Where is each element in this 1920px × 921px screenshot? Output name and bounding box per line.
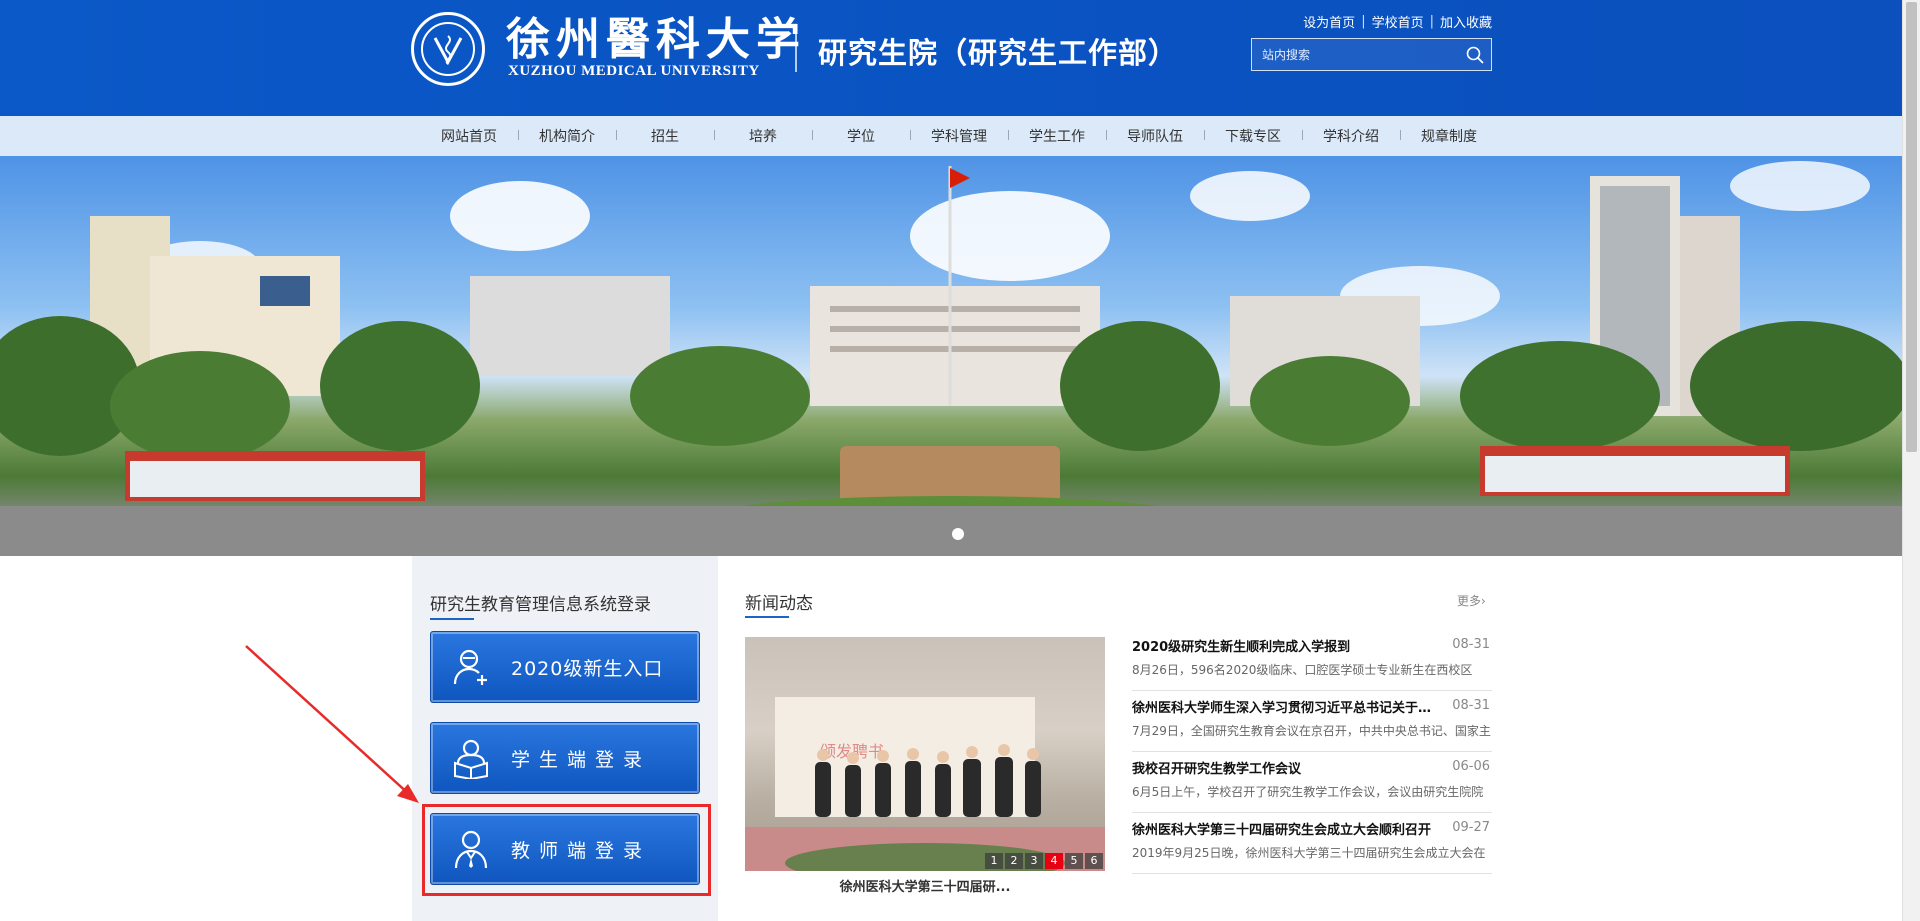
- student-login-label: 学生端登录: [511, 748, 652, 771]
- logo-divider: [795, 26, 797, 72]
- top-links: 设为首页 | 学校首页 | 加入收藏: [1303, 12, 1492, 31]
- add-favorite-link[interactable]: 加入收藏: [1440, 12, 1492, 31]
- slide-number-2[interactable]: 2: [1005, 853, 1023, 869]
- slide-number-6[interactable]: 6: [1085, 853, 1103, 869]
- news-list: 2020级研究生新生顺利完成入学报到 08-31 8月26日，596名2020级…: [1132, 630, 1492, 874]
- slide-number-pager: 1 2 3 4 5 6: [985, 853, 1103, 869]
- slide-number-5[interactable]: 5: [1065, 853, 1083, 869]
- list-item: 我校召开研究生教学工作会议 06-06 6月5日上午，学校召开了研究生教学工作会…: [1132, 752, 1492, 813]
- news-title-underline: [745, 616, 789, 618]
- nav-item-degree[interactable]: 学位: [812, 126, 910, 146]
- nav-item-downloads[interactable]: 下载专区: [1204, 126, 1302, 146]
- page-scrollbar[interactable]: [1902, 0, 1920, 921]
- school-homepage-link[interactable]: 学校首页: [1372, 12, 1424, 31]
- nav-item-student-affairs[interactable]: 学生工作: [1008, 126, 1106, 146]
- student-login-button[interactable]: 学生端登录: [430, 722, 700, 794]
- list-item: 2020级研究生新生顺利完成入学报到 08-31 8月26日，596名2020级…: [1132, 630, 1492, 691]
- news-item-date: 08-31: [1452, 637, 1490, 652]
- site-header: 徐州醫科大学 XUZHOU MEDICAL UNIVERSITY 研究生院（研究…: [0, 0, 1920, 116]
- news-item-summary: 2019年9月25日晚，徐州医科大学第三十四届研究生会成立大会在: [1132, 846, 1486, 860]
- university-seal-logo[interactable]: [411, 12, 485, 86]
- seal-inner-ring: [421, 22, 475, 76]
- nav-item-about[interactable]: 机构简介: [518, 126, 616, 146]
- news-item-title[interactable]: 我校召开研究生教学工作会议: [1132, 758, 1444, 777]
- news-item-date: 08-31: [1452, 698, 1490, 713]
- news-item-date: 09-27: [1452, 820, 1490, 835]
- new-student-entry-label: 2020级新生入口: [511, 657, 664, 680]
- news-item-summary: 7月29日，全国研究生教育会议在京召开，中共中央总书记、国家主: [1132, 724, 1491, 738]
- slide-number-4[interactable]: 4: [1045, 853, 1063, 869]
- nav-item-training[interactable]: 培养: [714, 126, 812, 146]
- nav-list: 网站首页 机构简介 招生 培养 学位 学科管理 学生工作 导师队伍 下载专区 学…: [420, 116, 1498, 156]
- student-reading-icon: [431, 737, 511, 779]
- university-name-cn: 徐州醫科大学: [506, 14, 806, 65]
- title-underline: [430, 618, 474, 620]
- list-item: 徐州医科大学第三十四届研究生会成立大会顺利召开 09-27 2019年9月25日…: [1132, 813, 1492, 874]
- news-photo-slider[interactable]: 颁发聘书 1 2 3 4 5 6: [745, 637, 1105, 871]
- link-separator: |: [1429, 14, 1434, 29]
- search-input[interactable]: [1252, 39, 1459, 70]
- slide-number-1[interactable]: 1: [985, 853, 1003, 869]
- search-icon: [1466, 46, 1484, 64]
- news-photo-caption[interactable]: 徐州医科大学第三十四届研...: [745, 876, 1105, 895]
- news-item-date: 06-06: [1452, 759, 1490, 774]
- nav-item-discipline-management[interactable]: 学科管理: [910, 126, 1008, 146]
- nav-item-disciplines[interactable]: 学科介绍: [1302, 126, 1400, 146]
- news-item-title[interactable]: 徐州医科大学第三十四届研究生会成立大会顺利召开: [1132, 819, 1444, 838]
- list-item: 徐州医科大学师生深入学习贯彻习近平总书记关于研... 08-31 7月29日，全…: [1132, 691, 1492, 752]
- site-search: [1251, 38, 1492, 71]
- nav-item-supervisors[interactable]: 导师队伍: [1106, 126, 1204, 146]
- campus-banner[interactable]: [0, 156, 1902, 556]
- login-panel-title: 研究生教育管理信息系统登录: [430, 595, 651, 615]
- set-homepage-link[interactable]: 设为首页: [1303, 12, 1355, 31]
- teacher-login-highlight-box: [422, 804, 711, 896]
- nav-item-admission[interactable]: 招生: [616, 126, 714, 146]
- seal-emblem-icon: [433, 35, 463, 66]
- campus-panorama-image: [0, 161, 1902, 556]
- news-item-title[interactable]: 2020级研究生新生顺利完成入学报到: [1132, 636, 1444, 655]
- search-button[interactable]: [1459, 39, 1491, 70]
- new-student-entry-button[interactable]: 2020级新生入口: [430, 631, 700, 703]
- news-item-summary: 8月26日，596名2020级临床、口腔医学硕士专业新生在西校区: [1132, 663, 1473, 677]
- news-item-summary: 6月5日上午，学校召开了研究生教学工作会议，会议由研究生院院: [1132, 785, 1484, 799]
- main-nav: 网站首页 机构简介 招生 培养 学位 学科管理 学生工作 导师队伍 下载专区 学…: [0, 116, 1920, 156]
- university-name-en: XUZHOU MEDICAL UNIVERSITY: [508, 63, 760, 79]
- nav-item-regulations[interactable]: 规章制度: [1400, 126, 1498, 146]
- news-more-link[interactable]: 更多›: [1457, 592, 1486, 609]
- department-title: 研究生院（研究生工作部）: [818, 36, 1179, 70]
- slide-number-3[interactable]: 3: [1025, 853, 1043, 869]
- scrollbar-thumb[interactable]: [1906, 2, 1917, 452]
- banner-pagination-dot[interactable]: [952, 528, 964, 540]
- news-section-title: 新闻动态: [745, 594, 813, 614]
- news-photo-image: 颁发聘书: [745, 697, 1105, 871]
- user-add-icon: [431, 646, 511, 688]
- news-item-title[interactable]: 徐州医科大学师生深入学习贯彻习近平总书记关于研...: [1132, 697, 1444, 716]
- page: 徐州醫科大学 XUZHOU MEDICAL UNIVERSITY 研究生院（研究…: [0, 0, 1920, 921]
- nav-item-home[interactable]: 网站首页: [420, 126, 518, 146]
- link-separator: |: [1361, 14, 1366, 29]
